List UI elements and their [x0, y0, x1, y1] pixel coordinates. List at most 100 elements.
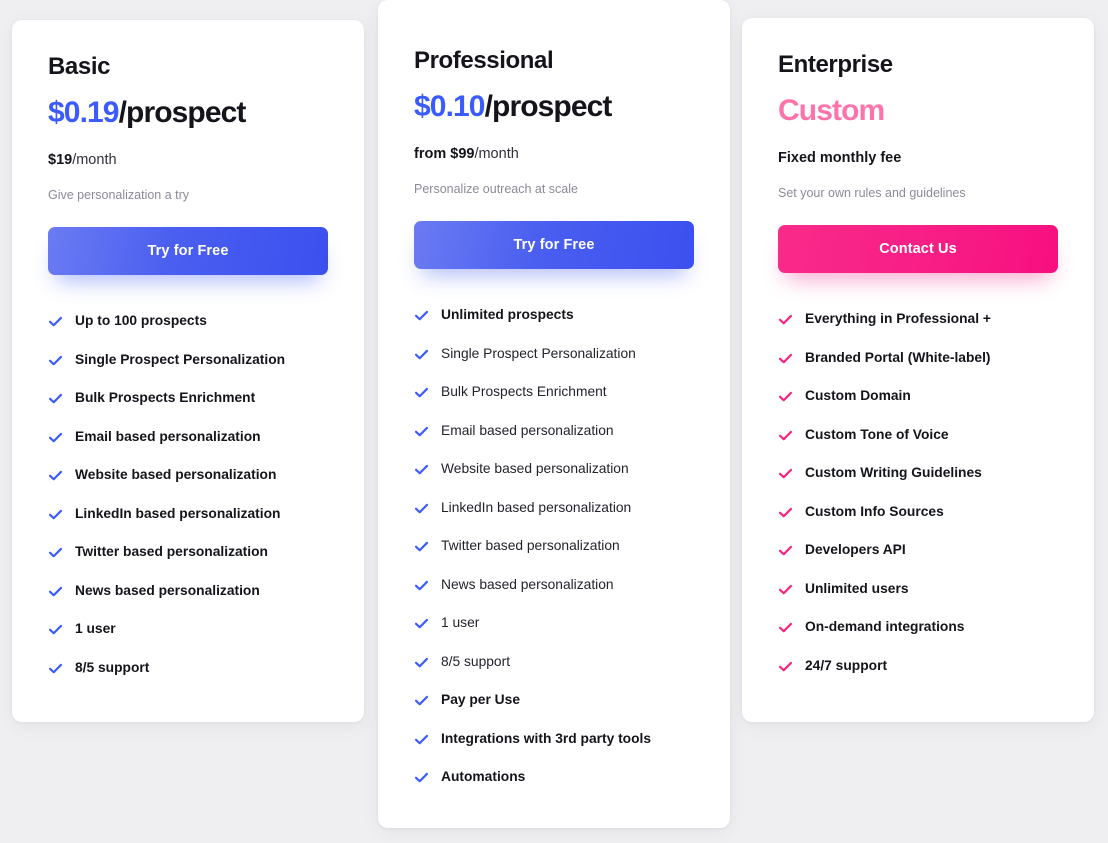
feature-item: Bulk Prospects Enrichment [48, 390, 328, 406]
check-icon [414, 578, 429, 593]
feature-label: Email based personalization [441, 422, 614, 438]
feature-item: Pay per Use [414, 692, 694, 708]
plan-price-amount: Custom [778, 94, 885, 128]
feature-item: Custom Info Sources [778, 504, 1058, 520]
feature-label: Everything in Professional + [805, 311, 991, 327]
check-icon [778, 389, 793, 404]
check-icon [414, 462, 429, 477]
plan-billing: from $99/month [414, 146, 694, 163]
feature-item: Branded Portal (White-label) [778, 350, 1058, 366]
pricing-card-enterprise: Enterprise Custom Fixed monthly fee Set … [742, 18, 1094, 722]
check-icon [414, 539, 429, 554]
feature-label: Bulk Prospects Enrichment [75, 390, 256, 406]
plan-billing-amount: Fixed monthly fee [778, 149, 902, 166]
plan-tagline: Set your own rules and guidelines [778, 186, 966, 201]
feature-item: Everything in Professional + [778, 311, 1058, 327]
check-icon [48, 507, 63, 522]
plan-title: Enterprise [778, 51, 893, 78]
feature-label: Unlimited prospects [441, 307, 574, 323]
feature-item: Custom Writing Guidelines [778, 465, 1058, 481]
feature-label: Integrations with 3rd party tools [441, 730, 652, 746]
feature-label: Branded Portal (White-label) [805, 349, 991, 365]
check-icon [778, 659, 793, 674]
feature-label: 24/7 support [805, 657, 888, 673]
check-icon [48, 622, 63, 637]
try-for-free-button[interactable]: Try for Free [48, 227, 328, 276]
check-icon [414, 501, 429, 516]
feature-list: Unlimited prospects Single Prospect Perso… [414, 307, 694, 785]
feature-item: LinkedIn based personalization [414, 500, 694, 516]
feature-item: Custom Domain [778, 388, 1058, 404]
feature-label: 8/5 support [75, 659, 150, 675]
feature-item: Twitter based personalization [414, 538, 694, 554]
plan-tagline: Give personalization a try [48, 188, 190, 203]
feature-item: Email based personalization [48, 429, 328, 445]
plan-price-unit: /prospect [484, 90, 613, 124]
check-icon [48, 584, 63, 599]
feature-label: 8/5 support [441, 653, 511, 669]
feature-item: 8/5 support [48, 660, 328, 676]
check-icon [48, 468, 63, 483]
feature-item: Unlimited prospects [414, 307, 694, 323]
feature-item: Unlimited users [778, 581, 1058, 597]
feature-label: LinkedIn based personalization [441, 499, 632, 515]
feature-label: On-demand integrations [805, 619, 965, 635]
feature-item: Twitter based personalization [48, 544, 328, 560]
feature-item: 1 user [414, 615, 694, 631]
check-icon [414, 308, 429, 323]
check-icon [48, 391, 63, 406]
feature-item: News based personalization [414, 577, 694, 593]
plan-price: Custom [778, 94, 1058, 129]
check-icon [414, 424, 429, 439]
feature-label: Pay per Use [441, 692, 520, 708]
plan-price-unit: /prospect [118, 96, 247, 130]
check-icon [778, 505, 793, 520]
plan-billing-period: /month [474, 145, 519, 162]
feature-item: News based personalization [48, 583, 328, 599]
feature-label: Twitter based personalization [75, 544, 268, 560]
feature-item: Integrations with 3rd party tools [414, 731, 694, 747]
pricing-card-basic: Basic $0.19/prospect $19/month Give pers… [12, 20, 364, 722]
check-icon [48, 353, 63, 368]
feature-list: Everything in Professional + Branded Port… [778, 311, 1058, 674]
contact-us-button[interactable]: Contact Us [778, 225, 1058, 274]
check-icon [48, 430, 63, 445]
feature-label: Custom Tone of Voice [805, 426, 949, 442]
check-icon [778, 620, 793, 635]
feature-item: Email based personalization [414, 423, 694, 439]
plan-billing-period: /month [72, 151, 117, 168]
plan-price: $0.19/prospect [48, 96, 328, 131]
check-icon [778, 312, 793, 327]
check-icon [414, 655, 429, 670]
check-icon [778, 466, 793, 481]
plan-billing-prefix: from [414, 145, 451, 162]
feature-label: Single Prospect Personalization [441, 345, 636, 361]
plan-price: $0.10/prospect [414, 90, 694, 125]
plan-price-amount: $0.19 [48, 96, 119, 130]
feature-item: Custom Tone of Voice [778, 427, 1058, 443]
check-icon [414, 385, 429, 400]
check-icon [778, 543, 793, 558]
check-icon [414, 732, 429, 747]
feature-item: 24/7 support [778, 658, 1058, 674]
feature-item: 1 user [48, 621, 328, 637]
feature-item: Developers API [778, 542, 1058, 558]
feature-list: Up to 100 prospects Single Prospect Perso… [48, 313, 328, 676]
feature-item: LinkedIn based personalization [48, 506, 328, 522]
plan-billing: $19/month [48, 152, 328, 169]
check-icon [778, 351, 793, 366]
plan-billing: Fixed monthly fee [778, 150, 1058, 167]
try-for-free-button[interactable]: Try for Free [414, 221, 694, 270]
feature-item: Single Prospect Personalization [414, 346, 694, 362]
check-icon [414, 616, 429, 631]
feature-label: Automations [441, 769, 526, 785]
feature-label: Email based personalization [75, 428, 261, 444]
feature-label: Website based personalization [441, 461, 629, 477]
feature-label: Single Prospect Personalization [75, 351, 286, 367]
feature-item: 8/5 support [414, 654, 694, 670]
check-icon [48, 545, 63, 560]
feature-item: Website based personalization [48, 467, 328, 483]
plan-title: Basic [48, 53, 111, 80]
check-icon [778, 428, 793, 443]
feature-label: LinkedIn based personalization [75, 505, 281, 521]
